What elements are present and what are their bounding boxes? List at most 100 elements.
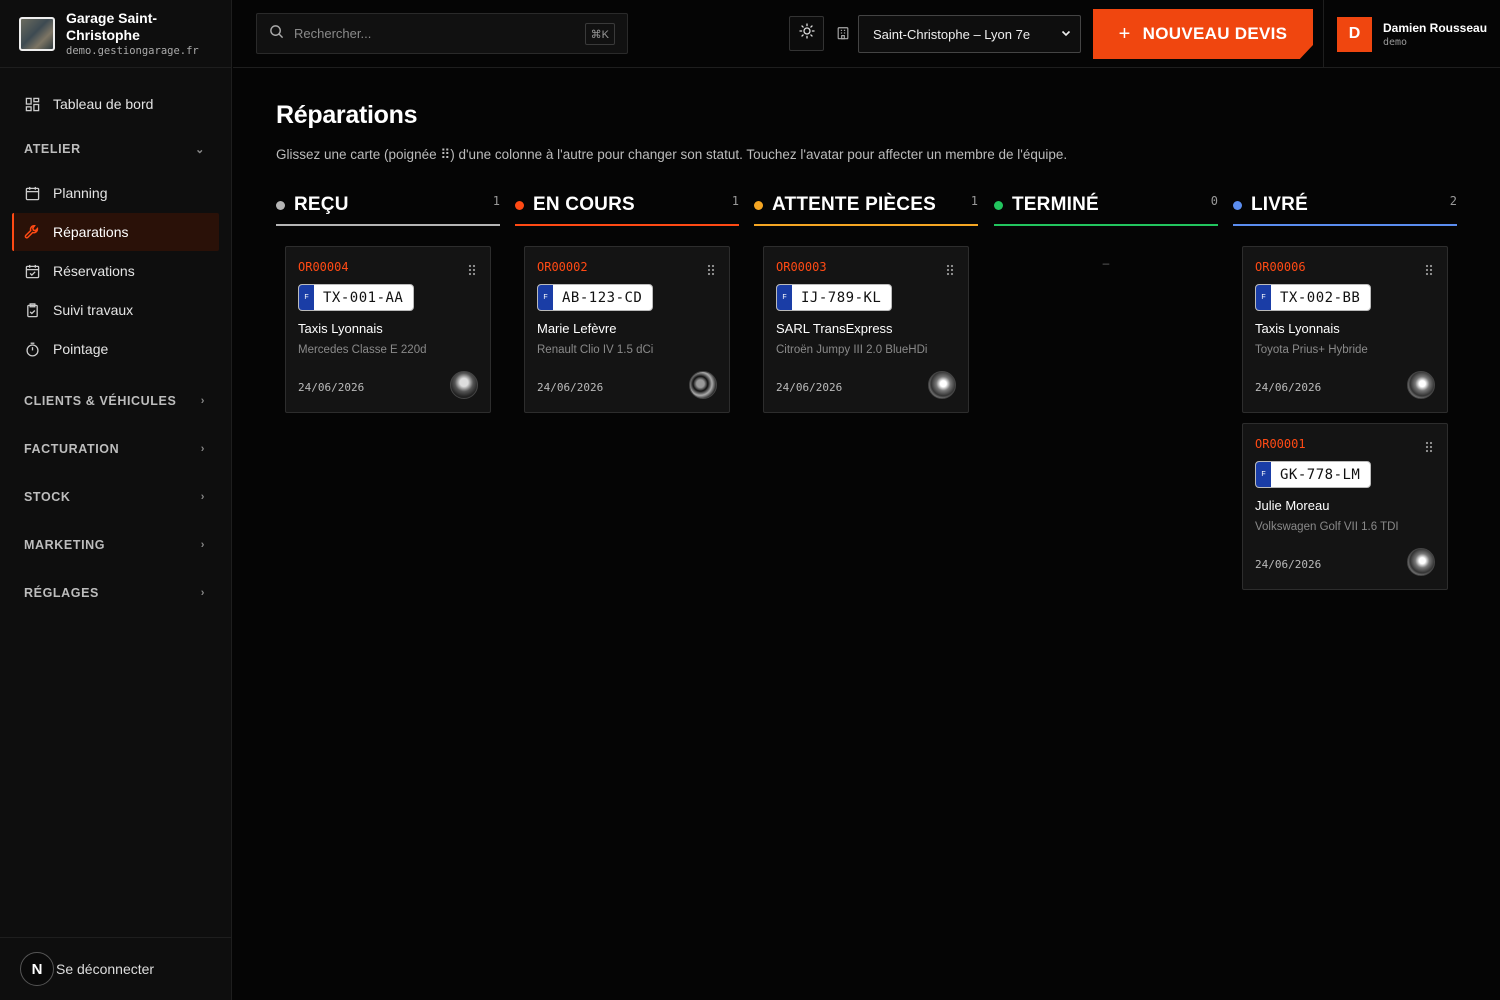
search-input[interactable] [294, 26, 574, 41]
kanban-column: TERMINÉ 0 – [994, 186, 1218, 270]
site-select[interactable]: Saint-Christophe – Lyon 7e [858, 15, 1081, 53]
sidebar: Garage Saint-Christophe demo.gestiongara… [0, 0, 232, 1000]
chevron-right-icon: › [200, 395, 205, 407]
status-dot-icon [754, 200, 763, 210]
status-dot-icon [994, 200, 1003, 210]
user-name: Damien Rousseau [1383, 20, 1488, 35]
chevron-right-icon: › [200, 539, 205, 551]
card-date: 24/06/2026 [298, 381, 365, 394]
column-count: 1 [492, 194, 500, 208]
section-marketing[interactable]: MARKETING › [0, 521, 231, 569]
column-header: EN COURS 1 [515, 186, 739, 226]
column-count: 1 [731, 194, 739, 208]
repair-order-id: OR00006 [1255, 260, 1306, 274]
shortcut-hint: ⌘K [584, 23, 615, 45]
section-facturation[interactable]: FACTURATION › [0, 425, 231, 473]
avatar: D [1337, 16, 1372, 52]
clipboard-icon [24, 302, 40, 318]
license-plate: F TX-002-BB [1255, 284, 1372, 311]
sun-icon [798, 23, 815, 44]
sidebar-item-reservations[interactable]: Réservations [12, 252, 219, 290]
sidebar-item-reparations[interactable]: Réparations [12, 213, 219, 251]
drag-handle-icon[interactable] [1425, 263, 1433, 281]
license-plate: F TX-001-AA [298, 284, 415, 311]
vehicle-model: Renault Clio IV 1.5 dCi [537, 344, 654, 356]
kanban-column: ATTENTE PIÈCES 1 OR00003 F IJ-789-KL SARL Tra… [754, 186, 978, 413]
main-content: Réparations Glissez une carte (poignée ⠿… [233, 69, 1500, 1000]
repair-card[interactable]: OR00003 F IJ-789-KL SARL TransExpress Citroë… [763, 246, 969, 413]
new-quote-button[interactable]: + NOUVEAU DEVIS [1093, 9, 1313, 59]
logout-button[interactable]: N Se déconnecter [0, 937, 231, 1000]
eu-flag-icon: F [1256, 285, 1271, 310]
calendar-icon [24, 185, 40, 201]
theme-toggle-button[interactable] [789, 16, 824, 51]
assignee-avatar[interactable] [1407, 371, 1435, 399]
plate-number: TX-001-AA [323, 289, 404, 306]
section-stock[interactable]: STOCK › [0, 473, 231, 521]
dashboard-icon [24, 96, 40, 112]
assignee-avatar[interactable] [450, 371, 478, 399]
sidebar-item-planning[interactable]: Planning [12, 174, 219, 212]
chevron-down-icon [1060, 27, 1072, 42]
sidebar-item-label: Planning [53, 185, 108, 201]
section-clients-vehicules[interactable]: CLIENTS & VÉHICULES › [0, 377, 231, 425]
section-atelier[interactable]: ATELIER ⌄ [0, 125, 231, 173]
vehicle-model: Mercedes Classe E 220d [298, 344, 427, 356]
column-count: 2 [1449, 194, 1457, 208]
user-role: demo [1383, 36, 1408, 48]
vehicle-model: Toyota Prius+ Hybride [1255, 344, 1368, 356]
sidebar-item-label: Pointage [53, 341, 109, 357]
chevron-down-icon: ⌄ [195, 143, 205, 156]
brand-domain: demo.gestiongarage.fr [66, 45, 199, 57]
assignee-avatar[interactable] [928, 371, 956, 399]
drag-handle-icon[interactable] [1425, 440, 1433, 458]
brand[interactable]: Garage Saint-Christophe demo.gestiongara… [0, 0, 231, 68]
plate-number: GK-778-LM [1280, 466, 1361, 483]
plus-icon: + [1118, 22, 1131, 45]
eu-flag-icon: F [777, 285, 792, 310]
kanban-column: LIVRÉ 2 OR00006 F TX-002-BB Taxis Lyonnais Toy… [1233, 186, 1457, 590]
sidebar-item-label: Réparations [53, 224, 129, 240]
column-title-text: ATTENTE PIÈCES [772, 194, 936, 215]
search-icon [269, 24, 284, 44]
user-menu[interactable]: D Damien Rousseau demo [1323, 0, 1500, 68]
site-select-value: Saint-Christophe – Lyon 7e [873, 26, 1031, 42]
section-label: RÉGLAGES [24, 586, 99, 600]
drag-handle-icon[interactable] [946, 263, 954, 281]
repair-card[interactable]: OR00006 F TX-002-BB Taxis Lyonnais Toyota Pr… [1242, 246, 1448, 413]
client-name: Julie Moreau [1255, 498, 1330, 513]
repair-card[interactable]: OR00002 F AB-123-CD Marie Lefèvre Renault Cl… [524, 246, 730, 413]
sidebar-item-dashboard[interactable]: Tableau de bord [12, 85, 219, 123]
assignee-avatar[interactable] [689, 371, 717, 399]
vehicle-model: Volkswagen Golf VII 1.6 TDI [1255, 521, 1399, 533]
section-reglages[interactable]: RÉGLAGES › [0, 569, 231, 617]
column-title-text: LIVRÉ [1251, 194, 1308, 215]
column-title: TERMINÉ [994, 194, 1099, 216]
client-name: SARL TransExpress [776, 321, 893, 336]
license-plate: F AB-123-CD [537, 284, 654, 311]
search-box[interactable]: ⌘K [256, 13, 628, 54]
kanban-column: REÇU 1 OR00004 F TX-001-AA Taxis Lyonnais Merc… [276, 186, 500, 413]
section-label: FACTURATION [24, 442, 120, 456]
repair-card[interactable]: OR00004 F TX-001-AA Taxis Lyonnais Mercedes … [285, 246, 491, 413]
column-title-text: TERMINÉ [1012, 194, 1099, 215]
column-header: TERMINÉ 0 [994, 186, 1218, 226]
assignee-avatar[interactable] [1407, 548, 1435, 576]
sidebar-item-suivi-travaux[interactable]: Suivi travaux [12, 291, 219, 329]
drag-handle-icon[interactable] [707, 263, 715, 281]
sidebar-nav: Tableau de bord ATELIER ⌄ Planning Répar… [0, 68, 231, 617]
stopwatch-icon [24, 341, 40, 357]
section-label: ATELIER [24, 142, 81, 156]
n-badge-icon[interactable]: N [20, 952, 54, 986]
kanban-column: EN COURS 1 OR00002 F AB-123-CD Marie Lefèvre R… [515, 186, 739, 413]
brand-name: Garage Saint-Christophe [66, 10, 158, 43]
card-date: 24/06/2026 [1255, 381, 1322, 394]
status-dot-icon [1233, 200, 1242, 210]
sidebar-item-pointage[interactable]: Pointage [12, 330, 219, 368]
repair-card[interactable]: OR00001 F GK-778-LM Julie Moreau Volkswagen … [1242, 423, 1448, 590]
drag-handle-icon[interactable] [468, 263, 476, 281]
column-title-text: EN COURS [533, 194, 635, 215]
license-plate: F GK-778-LM [1255, 461, 1372, 488]
chevron-right-icon: › [200, 443, 205, 455]
column-title: EN COURS [515, 194, 635, 216]
